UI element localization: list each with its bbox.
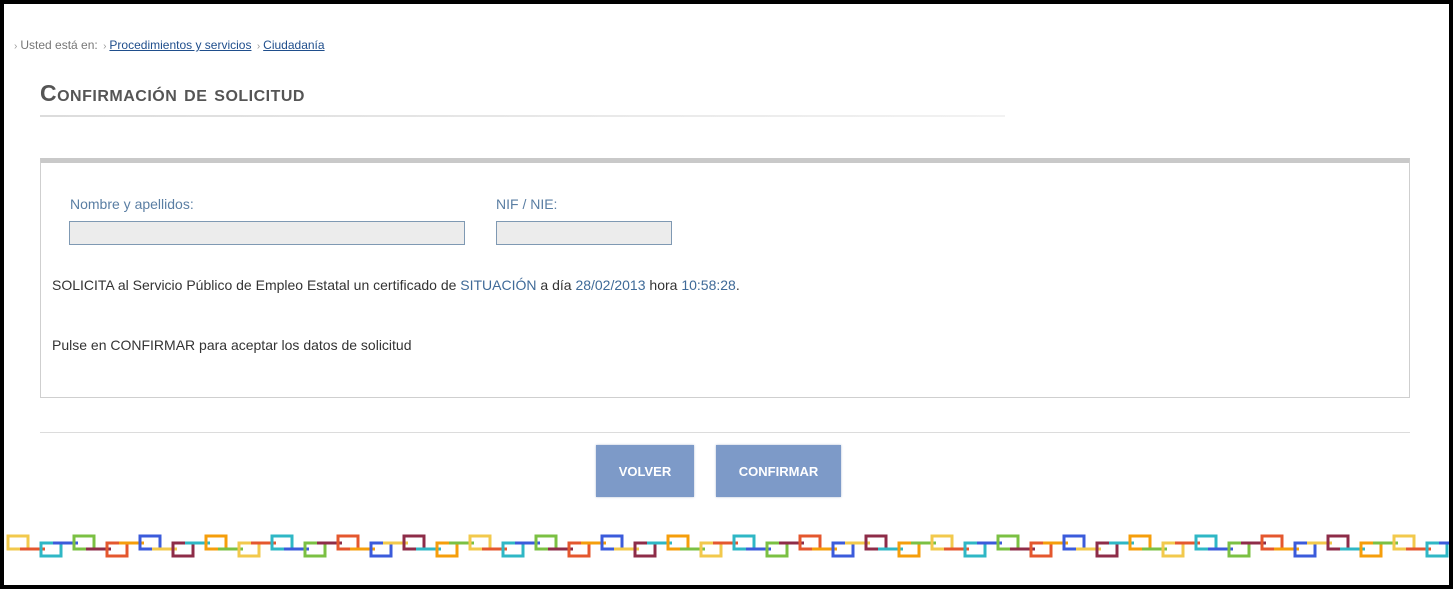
request-text: . (735, 277, 740, 293)
request-time: 10:58:28 (681, 277, 736, 293)
confirm-button[interactable]: CONFIRMAR (716, 445, 841, 497)
request-text: a día (536, 277, 576, 293)
request-date: 28/02/2013 (575, 277, 646, 293)
page-title: Confirmación de solicitud (40, 80, 305, 106)
request-panel: Nombre y apellidos: NIF / NIE: SOLICITA … (40, 158, 1410, 398)
title-divider (40, 115, 1005, 117)
breadcrumb-arrow-icon: › (103, 41, 107, 52)
page-frame: › Usted está en: › Procedimientos y servic… (0, 0, 1453, 589)
confirm-hint: Pulse en CONFIRMAR para aceptar los dato… (52, 337, 412, 353)
chain-link (6, 534, 30, 551)
breadcrumb: › Usted está en: › Procedimientos y servic… (12, 38, 325, 52)
breadcrumb-link-ciudadania[interactable]: Ciudadanía (263, 38, 324, 52)
breadcrumb-arrow-icon: › (256, 41, 261, 52)
back-button[interactable]: VOLVER (596, 445, 694, 497)
request-text: SOLICITA al Servicio Público de Empleo E… (52, 277, 461, 293)
actions-divider (40, 432, 1410, 433)
request-text: hora (645, 277, 682, 293)
nif-field[interactable] (496, 221, 672, 245)
name-field[interactable] (69, 221, 465, 245)
name-label: Nombre y apellidos: (70, 196, 194, 212)
breadcrumb-arrow-icon: › (14, 41, 18, 52)
decorative-chain-border (6, 534, 1449, 558)
breadcrumb-link-procedimientos[interactable]: Procedimientos y servicios (109, 38, 251, 52)
breadcrumb-prefix: Usted está en: (20, 38, 98, 52)
certificate-type: SITUACIÓN (460, 277, 537, 293)
request-statement: SOLICITA al Servicio Público de Empleo E… (52, 277, 740, 293)
nif-label: NIF / NIE: (496, 196, 558, 212)
